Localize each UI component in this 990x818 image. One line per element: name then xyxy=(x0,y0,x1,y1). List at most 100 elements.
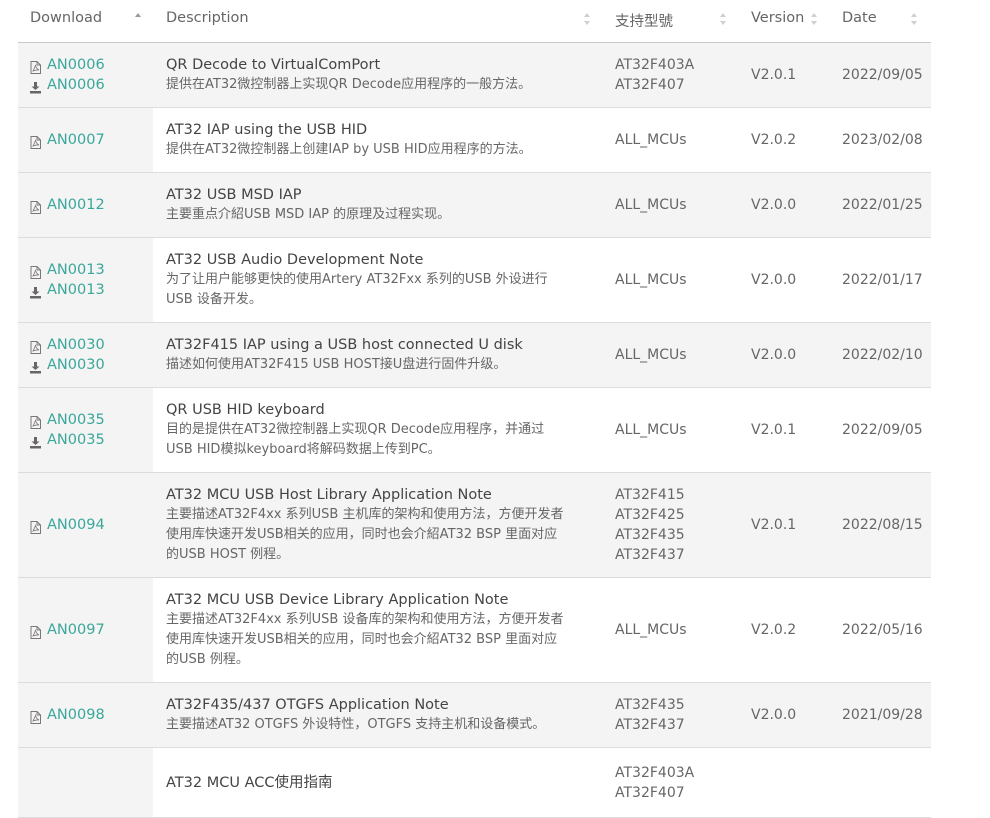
download-cell: AN0012 xyxy=(18,173,153,237)
model-name: AT32F425 xyxy=(615,507,685,523)
download-cell: AN0098 xyxy=(18,683,153,747)
document-summary: 主要描述AT32F4xx 系列USB 设备库的架构和使用方法，方便开发者 xyxy=(166,612,564,627)
pdf-link[interactable]: AN0007 xyxy=(29,130,105,150)
table-row: AN0006 AN0006 QR Decode to VirtualComPort 提… xyxy=(18,43,931,108)
document-title: AT32F415 IAP using a USB host connected … xyxy=(166,337,523,353)
date-cell: 2022/01/25 xyxy=(842,197,923,213)
sort-version-icon[interactable] xyxy=(811,13,818,27)
sort-models-icon[interactable] xyxy=(720,13,727,27)
version-cell: V2.0.1 xyxy=(751,517,797,533)
link-label[interactable]: AN0098 xyxy=(47,707,105,723)
download-link[interactable]: AN0013 xyxy=(29,280,105,300)
pdf-link[interactable]: AN0030 xyxy=(29,335,105,355)
download-cell: AN0097 xyxy=(18,578,153,682)
document-title: QR Decode to VirtualComPort xyxy=(166,57,381,73)
document-title: AT32 USB Audio Development Note xyxy=(166,252,424,268)
document-summary: 提供在AT32微控制器上创建IAP by USB HID应用程序的方法。 xyxy=(166,142,532,157)
pdf-file-icon xyxy=(29,134,42,149)
date-cell: 2022/08/15 xyxy=(842,517,923,533)
document-title: AT32 MCU USB Host Library Application No… xyxy=(166,487,492,503)
link-label[interactable]: AN0013 xyxy=(47,282,105,298)
models-cell: ALL_MCUs xyxy=(615,130,687,150)
document-summary: USB HID模拟keyboard将解码数据上传到PC。 xyxy=(166,442,441,457)
link-label[interactable]: AN0030 xyxy=(47,337,105,353)
download-cell: AN0094 xyxy=(18,473,153,577)
pdf-link[interactable]: AN0035 xyxy=(29,410,105,430)
models-cell: ALL_MCUs xyxy=(615,620,687,640)
version-cell: V2.0.0 xyxy=(751,347,797,363)
pdf-link[interactable]: AN0098 xyxy=(29,705,105,725)
date-cell: 2022/09/05 xyxy=(842,422,923,438)
sort-download-icon[interactable] xyxy=(135,13,142,27)
download-link[interactable]: AN0030 xyxy=(29,355,105,375)
download-cell: AN0007 xyxy=(18,108,153,172)
pdf-link[interactable]: AN0094 xyxy=(29,515,105,535)
description-cell: QR Decode to VirtualComPort 提供在AT32微控制器上实… xyxy=(166,55,596,95)
version-cell: V2.0.2 xyxy=(751,622,797,638)
document-summary: 的USB HOST 例程。 xyxy=(166,547,290,562)
download-link[interactable]: AN0006 xyxy=(29,75,105,95)
description-cell: AT32 USB MSD IAP 主要重点介紹USB MSD IAP 的原理及过程… xyxy=(166,185,596,225)
model-name: ALL_MCUs xyxy=(615,197,687,213)
header-date[interactable]: Date xyxy=(842,10,877,26)
pdf-link[interactable]: AN0097 xyxy=(29,620,105,640)
description-cell: QR USB HID keyboard 目的是提供在AT32微控制器上实现QR D… xyxy=(166,400,596,460)
table-row: AN0098 AT32F435/437 OTGFS Application Not… xyxy=(18,683,931,748)
table-row: AN0035 AN0035 QR USB HID keyboard 目的是提供在AT3… xyxy=(18,388,931,473)
pdf-link[interactable]: AN0006 xyxy=(29,55,105,75)
document-title: AT32 MCU ACC使用指南 xyxy=(166,775,333,791)
link-label[interactable]: AN0097 xyxy=(47,622,105,638)
document-summary: 主要描述AT32F4xx 系列USB 主机库的架构和使用方法，方便开发者 xyxy=(166,507,564,522)
link-label[interactable]: AN0035 xyxy=(47,412,105,428)
models-cell: ALL_MCUs xyxy=(615,345,687,365)
download-link[interactable]: AN0035 xyxy=(29,430,105,450)
description-cell: AT32 MCU USB Host Library Application No… xyxy=(166,485,596,565)
sort-date-icon[interactable] xyxy=(911,13,918,27)
description-cell: AT32F435/437 OTGFS Application Note 主要描述A… xyxy=(166,695,596,735)
header-download[interactable]: Download xyxy=(30,10,102,26)
documents-table: Download Description 支持型號 Version Date A… xyxy=(18,0,931,818)
date-cell: 2022/01/17 xyxy=(842,272,923,288)
document-summary: 使用库快速开发USB相关的应用，同时也会介紹AT32 BSP 里面对应 xyxy=(166,632,558,647)
header-models[interactable]: 支持型號 xyxy=(615,10,673,31)
pdf-file-icon xyxy=(29,199,42,214)
model-name: AT32F403A xyxy=(615,57,695,73)
header-description[interactable]: Description xyxy=(166,10,249,26)
model-name: AT32F435 xyxy=(615,697,685,713)
document-summary: 为了让用户能够更快的使用Artery AT32Fxx 系列的USB 外设进行 xyxy=(166,272,548,287)
link-label[interactable]: AN0012 xyxy=(47,197,105,213)
header-version[interactable]: Version xyxy=(751,10,804,26)
document-summary: USB 设备开发。 xyxy=(166,292,262,307)
link-label[interactable]: AN0094 xyxy=(47,517,105,533)
link-label[interactable]: AN0013 xyxy=(47,262,105,278)
download-cell: AN0035 AN0035 xyxy=(18,388,153,472)
link-label[interactable]: AN0007 xyxy=(47,132,105,148)
link-label[interactable]: AN0006 xyxy=(47,77,105,93)
date-cell: 2022/02/10 xyxy=(842,347,923,363)
document-summary: 的USB 例程。 xyxy=(166,652,249,667)
models-cell: ALL_MCUs xyxy=(615,195,687,215)
download-icon xyxy=(29,359,42,373)
pdf-link[interactable]: AN0012 xyxy=(29,195,105,215)
table-row: AN0007 AT32 IAP using the USB HID 提供在AT32微… xyxy=(18,108,931,173)
pdf-file-icon xyxy=(29,59,42,74)
document-summary: 描述如何使用AT32F415 USB HOST接U盘进行固件升级。 xyxy=(166,357,507,372)
download-icon xyxy=(29,284,42,298)
date-cell: 2022/05/16 xyxy=(842,622,923,638)
model-name: ALL_MCUs xyxy=(615,272,687,288)
sort-description-icon[interactable] xyxy=(584,13,591,27)
models-cell: AT32F415 AT32F425 AT32F435 AT32F437 xyxy=(615,485,685,565)
link-label[interactable]: AN0030 xyxy=(47,357,105,373)
version-cell: V2.0.1 xyxy=(751,67,797,83)
download-cell: AN0013 AN0013 xyxy=(18,238,153,322)
document-summary: 使用库快速开发USB相关的应用，同时也会介紹AT32 BSP 里面对应 xyxy=(166,527,558,542)
document-summary: 主要重点介紹USB MSD IAP 的原理及过程实现。 xyxy=(166,207,451,222)
pdf-link[interactable]: AN0013 xyxy=(29,260,105,280)
models-cell: ALL_MCUs xyxy=(615,420,687,440)
table-header: Download Description 支持型號 Version Date xyxy=(18,0,931,43)
link-label[interactable]: AN0035 xyxy=(47,432,105,448)
model-name: AT32F437 xyxy=(615,717,685,733)
document-title: AT32F435/437 OTGFS Application Note xyxy=(166,697,449,713)
link-label[interactable]: AN0006 xyxy=(47,57,105,73)
table-row: AN0013 AN0013 AT32 USB Audio Development N… xyxy=(18,238,931,323)
